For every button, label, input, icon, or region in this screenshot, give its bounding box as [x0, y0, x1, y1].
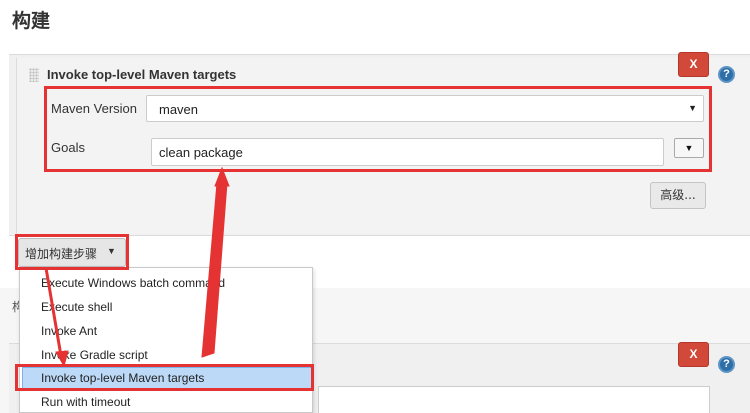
arrow-head-up-icon [214, 166, 230, 187]
jenkins-config-screen: { "section": { "title": "构建" }, "step": … [0, 0, 750, 413]
annotation-arrows [44, 166, 230, 368]
arrow-head-down-icon [55, 350, 69, 368]
arrow-to-fields [201, 178, 228, 358]
arrow-to-menu-item [44, 267, 63, 357]
